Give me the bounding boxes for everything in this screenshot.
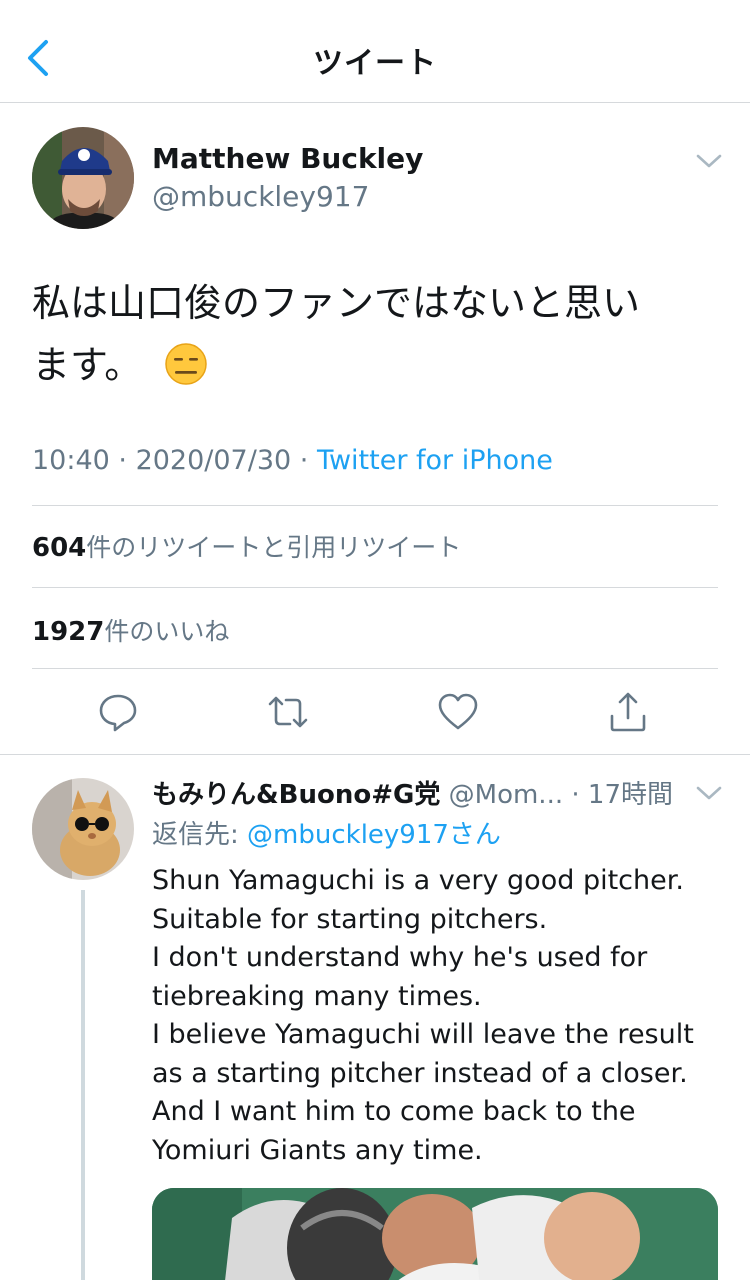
page-title: ツイート — [313, 46, 437, 81]
reply-text-line: And I want him to come back to the — [152, 1096, 636, 1127]
reply-to-label: 返信先: — [152, 820, 239, 850]
reply-author-handle[interactable]: @Mom... — [449, 780, 563, 810]
tweet-time: 10:40 — [32, 445, 110, 476]
section-divider — [0, 754, 750, 755]
tweet-text: 私は山口俊のファンではないと思い ます。 — [32, 272, 722, 396]
tweet-meta: 10:40 · 2020/07/30 · Twitter for iPhone — [32, 445, 553, 476]
reply-author-name[interactable]: もみりん&Buono#G党 — [152, 780, 440, 810]
likes-label: 件のいいね — [104, 617, 230, 646]
share-icon[interactable] — [606, 690, 650, 734]
reply-text-line: I believe Yamaguchi will leave the resul… — [152, 1019, 694, 1050]
retweet-icon[interactable] — [266, 690, 310, 734]
likes-count: 1927 — [32, 617, 105, 647]
reply-text-line: I don't understand why he's used for — [152, 942, 648, 973]
reply-header: もみりん&Buono#G党 @Mom... · 17時間 — [152, 774, 673, 811]
tweet-date: 2020/07/30 — [135, 445, 292, 476]
author-handle[interactable]: @mbuckley917 — [152, 180, 369, 213]
likes-stat[interactable]: 1927件のいいね — [32, 612, 229, 648]
reply-text-line: Suitable for starting pitchers. — [152, 903, 548, 935]
reply-media-image[interactable]: 22 — [152, 1188, 718, 1280]
thread-line — [81, 890, 85, 1280]
expressionless-face-emoji — [165, 343, 207, 385]
top-nav-bar: ツイート — [0, 0, 750, 103]
reply-text-line: Yomiuri Giants any time. — [152, 1134, 483, 1166]
like-icon[interactable] — [436, 690, 480, 734]
tweet-text-line-2: ます。 — [32, 343, 143, 387]
separator: · — [109, 445, 136, 476]
separator: · — [291, 445, 317, 476]
divider — [32, 505, 718, 506]
chevron-down-icon[interactable] — [694, 782, 724, 804]
tweet-action-bar — [0, 690, 750, 734]
reply-text: Shun Yamaguchi is a very good pitcher. S… — [152, 862, 722, 1170]
divider — [32, 587, 718, 588]
author-name[interactable]: Matthew Buckley — [152, 142, 423, 175]
retweets-stat[interactable]: 604件のリツイートと引用リツイート — [32, 528, 461, 564]
separator: · — [563, 780, 588, 810]
reply-text-line: Shun Yamaguchi is a very good pitcher. — [152, 865, 684, 896]
chevron-down-icon[interactable] — [694, 150, 724, 172]
tweet-source-link[interactable]: Twitter for iPhone — [317, 445, 553, 476]
reply-icon[interactable] — [96, 690, 140, 734]
divider — [32, 668, 718, 669]
author-avatar[interactable] — [32, 127, 134, 229]
tweet-text-line: 私は山口俊のファンではないと思い — [32, 281, 641, 325]
retweets-count: 604 — [32, 533, 87, 563]
retweets-label: 件のリツイートと引用リツイート — [86, 533, 462, 562]
reply-author-avatar[interactable] — [32, 778, 134, 880]
reply-to-mention[interactable]: @mbuckley917さん — [247, 820, 501, 850]
tweet-text-line: ます。 — [32, 334, 722, 396]
reply-to-line: 返信先: @mbuckley917さん — [152, 814, 501, 851]
reply-text-line: as a starting pitcher instead of a close… — [152, 1057, 688, 1089]
reply-time: 17時間 — [587, 780, 673, 810]
reply-text-line: tiebreaking many times. — [152, 980, 482, 1012]
